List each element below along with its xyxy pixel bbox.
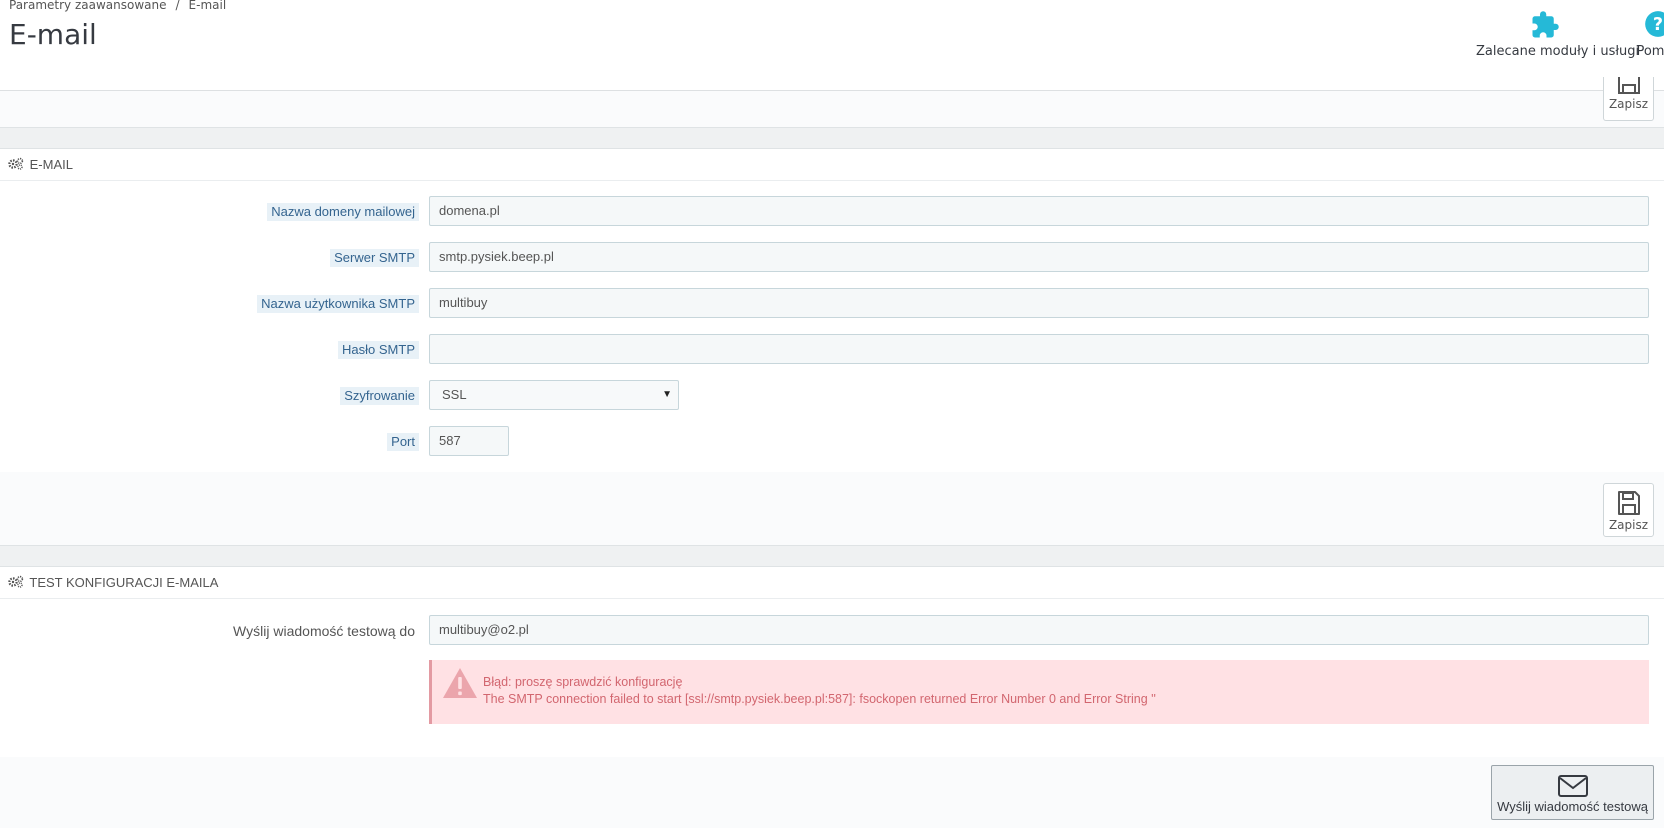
form-row-smtp-user: Nazwa użytkownika SMTP multibuy bbox=[0, 288, 1664, 320]
smtp-server-label: Serwer SMTP bbox=[330, 249, 419, 267]
save-icon bbox=[1617, 491, 1640, 515]
page-header: Parametry zaawansowane / E-mail E-mail Zal… bbox=[0, 0, 1664, 91]
help-button[interactable]: ? Pomoc bbox=[1628, 10, 1664, 59]
smtp-user-input[interactable]: multibuy bbox=[429, 288, 1649, 318]
cogs-icon bbox=[8, 150, 24, 181]
smtp-server-input[interactable]: smtp.pysiek.beep.pl bbox=[429, 242, 1649, 272]
svg-text:?: ? bbox=[1653, 15, 1663, 35]
smtp-password-input[interactable] bbox=[429, 334, 1649, 364]
email-settings-panel: E-MAIL Nazwa domeny mailowej domena.pl S… bbox=[0, 148, 1664, 473]
envelope-icon bbox=[1557, 775, 1588, 797]
email-save-label: Zapisz bbox=[1608, 518, 1649, 532]
smtp-user-label: Nazwa użytkownika SMTP bbox=[257, 295, 419, 313]
top-panel-footer: Zapisz bbox=[0, 77, 1664, 128]
email-panel-title: E-MAIL bbox=[29, 157, 73, 172]
page-title: E-mail bbox=[9, 18, 97, 51]
help-label: Pomoc bbox=[1636, 44, 1664, 59]
error-alert: Błąd: proszę sprawdzić konfigurację The … bbox=[429, 660, 1649, 724]
dropdown-arrow-icon: ▼ bbox=[662, 389, 672, 400]
email-test-panel: TEST KONFIGURACJI E-MAILA Wyślij wiadomo… bbox=[0, 566, 1664, 758]
error-message: The SMTP connection failed to start [ssl… bbox=[483, 692, 1156, 706]
encryption-selected-value: SSL bbox=[442, 387, 467, 402]
form-row-domain: Nazwa domeny mailowej domena.pl bbox=[0, 196, 1664, 228]
top-save-label: Zapisz bbox=[1608, 97, 1649, 111]
smtp-password-label: Hasło SMTP bbox=[338, 341, 419, 359]
email-panel-heading: E-MAIL bbox=[0, 149, 1664, 181]
breadcrumb-separator: / bbox=[175, 0, 180, 12]
test-recipient-input[interactable]: multibuy@o2.pl bbox=[429, 615, 1649, 645]
domain-label: Nazwa domeny mailowej bbox=[267, 203, 419, 221]
send-test-email-button[interactable]: Wyślij wiadomość testową bbox=[1491, 765, 1654, 820]
form-row-port: Port 587 bbox=[0, 426, 1664, 458]
test-panel-heading: TEST KONFIGURACJI E-MAILA bbox=[0, 567, 1664, 599]
test-recipient-label: Wyślij wiadomość testową do bbox=[233, 623, 415, 639]
top-save-button[interactable]: Zapisz bbox=[1603, 77, 1654, 121]
puzzle-icon bbox=[1476, 10, 1614, 44]
breadcrumb-current: E-mail bbox=[188, 0, 227, 12]
form-row-smtp-password: Hasło SMTP bbox=[0, 334, 1664, 366]
port-input[interactable]: 587 bbox=[429, 426, 509, 456]
breadcrumb-parent-link[interactable]: Parametry zaawansowane bbox=[9, 0, 167, 12]
encryption-select[interactable]: SSL ▼ bbox=[429, 380, 679, 410]
save-icon bbox=[1617, 77, 1640, 94]
test-panel-title: TEST KONFIGURACJI E-MAILA bbox=[29, 575, 219, 590]
breadcrumb: Parametry zaawansowane / E-mail bbox=[9, 0, 226, 12]
port-label: Port bbox=[387, 433, 419, 451]
error-title: Błąd: proszę sprawdzić konfigurację bbox=[483, 675, 683, 689]
send-test-email-label: Wyślij wiadomość testową bbox=[1497, 799, 1648, 814]
warning-icon bbox=[442, 667, 478, 702]
form-row-test-recipient: Wyślij wiadomość testową do multibuy@o2.… bbox=[0, 615, 1664, 647]
test-panel-footer bbox=[0, 757, 1664, 828]
recommended-modules-label: Zalecane moduły i usługi bbox=[1476, 44, 1640, 59]
email-panel-footer: Zapisz bbox=[0, 472, 1664, 546]
recommended-modules-button[interactable]: Zalecane moduły i usługi bbox=[1476, 10, 1639, 59]
form-row-smtp-server: Serwer SMTP smtp.pysiek.beep.pl bbox=[0, 242, 1664, 274]
cogs-icon bbox=[8, 568, 24, 599]
form-row-encryption: Szyfrowanie SSL ▼ bbox=[0, 380, 1664, 412]
domain-input[interactable]: domena.pl bbox=[429, 196, 1649, 226]
help-icon: ? bbox=[1628, 10, 1664, 44]
email-save-button[interactable]: Zapisz bbox=[1603, 483, 1654, 537]
encryption-label: Szyfrowanie bbox=[340, 387, 419, 405]
